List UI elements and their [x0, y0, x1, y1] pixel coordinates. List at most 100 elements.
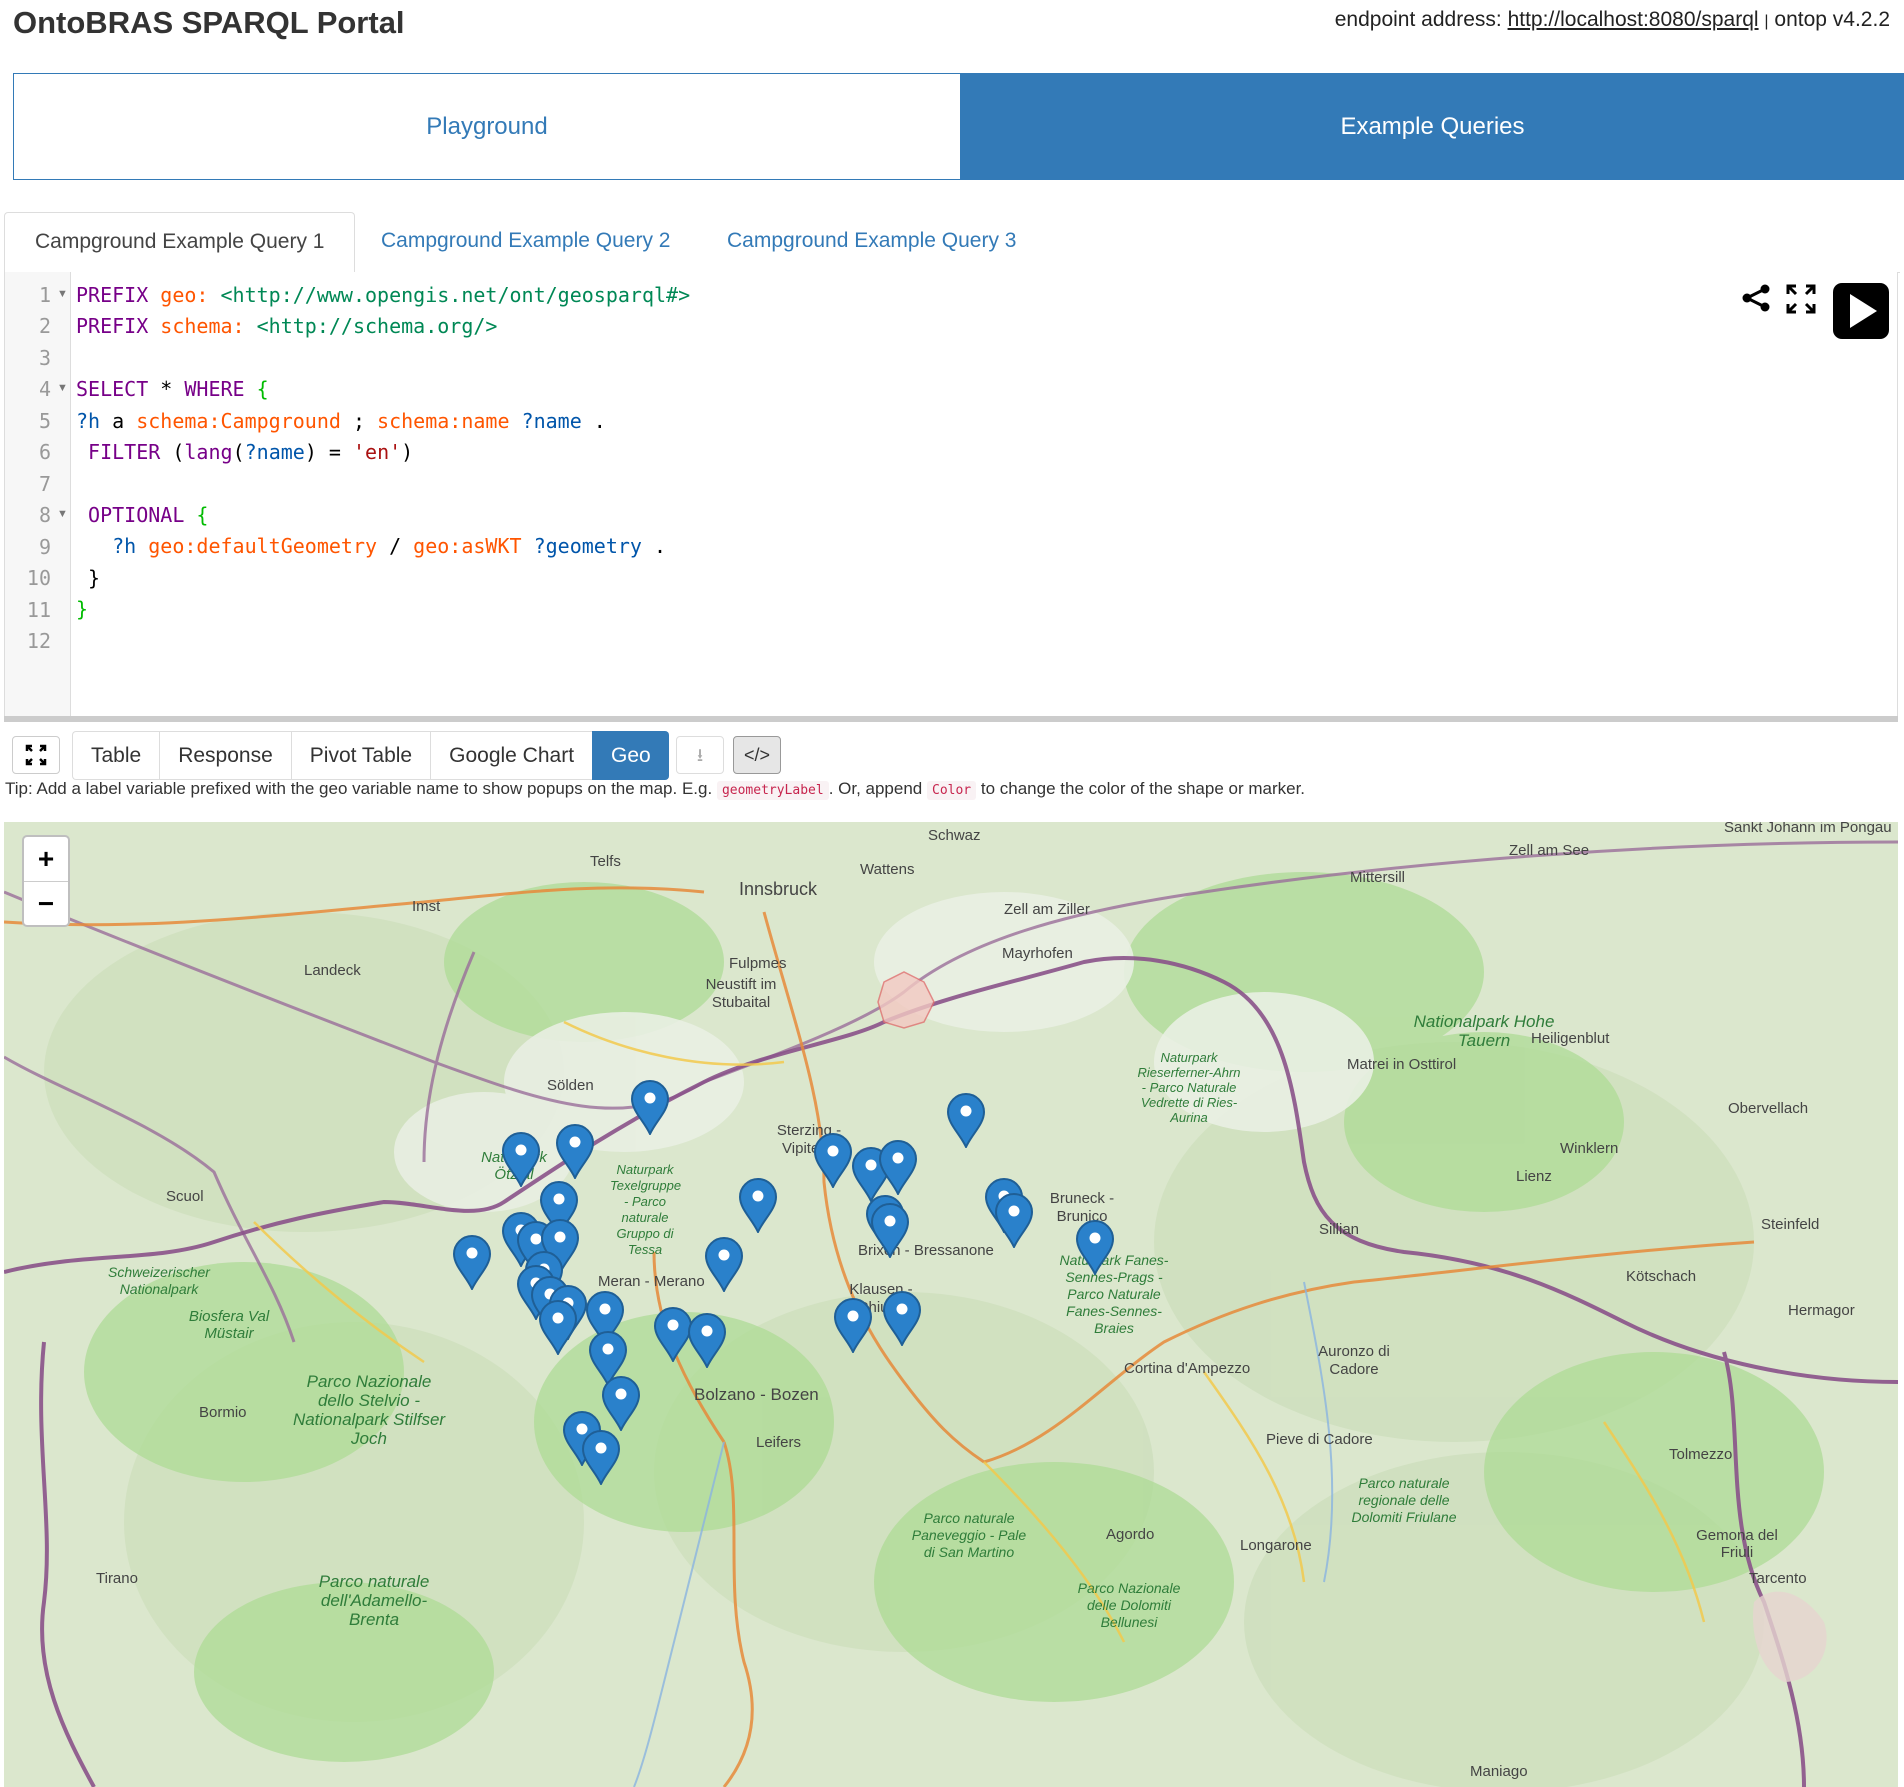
campground-marker[interactable]: [601, 1375, 641, 1431]
map-label: Imst: [412, 898, 441, 915]
tab-campground-query-1[interactable]: Campground Example Query 1: [4, 212, 356, 273]
endpoint-label: endpoint address:: [1334, 8, 1502, 31]
map-label: Hermagor: [1788, 1302, 1855, 1319]
geo-map[interactable]: Schwaz Telfs Wattens Innsbruck Imst Zell…: [4, 822, 1898, 1787]
tip-text: to change the color of the shape or mark…: [980, 779, 1306, 798]
map-label: Innsbruck: [739, 879, 818, 899]
map-label: Sankt Johann im Pongau: [1724, 822, 1892, 836]
share-icon[interactable]: [1741, 283, 1771, 313]
map-park-label: Parco naturale Paneveggio - Pale di San …: [911, 1510, 1027, 1560]
map-label: Pieve di Cadore: [1266, 1431, 1373, 1448]
campground-marker[interactable]: [946, 1092, 986, 1148]
query-tabs: Campground Example Query 1 Campground Ex…: [4, 212, 1900, 273]
map-label: Auronzo di Cadore: [1318, 1343, 1390, 1378]
zoom-in-button[interactable]: +: [24, 837, 68, 882]
map-label: Sillian: [1319, 1221, 1360, 1238]
tab-playground[interactable]: Playground: [13, 73, 961, 180]
map-label: Mittersill: [1350, 869, 1405, 886]
campground-marker[interactable]: [878, 1139, 918, 1195]
tab-pivot-table[interactable]: Pivot Table: [290, 731, 431, 780]
campground-marker[interactable]: [870, 1202, 910, 1258]
campground-marker[interactable]: [452, 1234, 492, 1290]
line-number: 8: [38, 503, 51, 527]
line-number: 11: [26, 598, 51, 622]
map-park-label: Parco Nazionale delle Dolomiti Bellunesi: [1077, 1580, 1181, 1630]
map-park-label: Naturpark Texelgruppe - Parco naturale G…: [610, 1162, 682, 1257]
code-line[interactable]: ?h a schema:Campground ; schema:name ?na…: [76, 409, 606, 433]
tab-example-queries[interactable]: Example Queries: [961, 73, 1904, 180]
results-fullscreen-button[interactable]: [12, 736, 60, 774]
campground-marker[interactable]: [833, 1297, 873, 1353]
tab-response[interactable]: Response: [159, 731, 291, 780]
line-number: 1: [38, 283, 51, 307]
fold-arrow-icon[interactable]: ▼: [57, 288, 68, 300]
page-title: OntoBRAS SPARQL Portal: [13, 5, 405, 40]
campground-marker[interactable]: [813, 1132, 853, 1188]
tab-campground-query-3[interactable]: Campground Example Query 3: [697, 212, 1046, 272]
tab-geo[interactable]: Geo: [592, 731, 669, 780]
map-label: Tolmezzo: [1669, 1446, 1733, 1463]
tab-table[interactable]: Table: [72, 731, 160, 780]
map-label: Mayrhofen: [1002, 945, 1073, 962]
code-line[interactable]: PREFIX schema: <http://schema.org/>: [76, 314, 497, 338]
code-line[interactable]: }: [76, 597, 88, 621]
code-line[interactable]: ?h geo:defaultGeometry / geo:asWKT ?geom…: [76, 534, 666, 558]
query-editor[interactable]: 1 2 3 4 5 6 7 8 9 10 11 12 ▼ ▼ ▼ PREFIX …: [4, 272, 1898, 718]
campground-marker[interactable]: [882, 1290, 922, 1346]
code-line[interactable]: FILTER (lang(?name) = 'en'): [76, 440, 413, 464]
tab-campground-query-2[interactable]: Campground Example Query 2: [351, 212, 700, 272]
map-label: Zell am See: [1509, 842, 1590, 859]
campground-marker[interactable]: [994, 1192, 1034, 1248]
code-line[interactable]: }: [76, 566, 100, 590]
campground-marker[interactable]: [501, 1131, 541, 1187]
campground-marker[interactable]: [630, 1079, 670, 1135]
endpoint-link[interactable]: http://localhost:8080/sparql: [1508, 8, 1759, 31]
map-terrain: [4, 822, 1898, 1787]
map-park-label: Parco naturale regionale delle Dolomiti …: [1351, 1475, 1457, 1525]
campground-marker[interactable]: [1075, 1219, 1115, 1275]
tip-text: Tip: Add a label variable prefixed with …: [5, 779, 713, 798]
fold-arrow-icon[interactable]: ▼: [57, 382, 68, 394]
code-line[interactable]: PREFIX geo: <http://www.opengis.net/ont/…: [76, 283, 690, 307]
top-bar: OntoBRAS SPARQL Portal endpoint address:…: [0, 0, 1904, 48]
campground-marker[interactable]: [687, 1312, 727, 1368]
campground-marker[interactable]: [738, 1177, 778, 1233]
campground-marker[interactable]: [555, 1123, 595, 1179]
campground-marker[interactable]: [538, 1299, 578, 1355]
version-label: ontop v4.2.2: [1774, 8, 1890, 31]
line-number: 7: [38, 472, 51, 496]
embed-code-button[interactable]: </>: [733, 736, 781, 774]
zoom-out-button[interactable]: −: [24, 882, 68, 926]
line-gutter: 1 2 3 4 5 6 7 8 9 10 11 12 ▼ ▼ ▼: [5, 272, 71, 717]
map-label: Zell am Ziller: [1004, 901, 1090, 918]
map-label: Longarone: [1240, 1537, 1312, 1554]
map-label: Telfs: [590, 853, 621, 870]
editor-resize-bar[interactable]: [4, 716, 1898, 722]
map-park-label: Parco naturale dell'Adamello-Brenta: [318, 1572, 430, 1629]
map-park-label: Parco Nazionale dello Stelvio - National…: [292, 1372, 446, 1448]
play-icon: [1850, 294, 1877, 328]
map-label: Wattens: [860, 861, 915, 878]
campground-marker[interactable]: [581, 1429, 621, 1485]
code-line[interactable]: OPTIONAL {: [76, 503, 208, 527]
map-label: Bormio: [199, 1404, 247, 1421]
fullscreen-icon[interactable]: [1785, 283, 1817, 315]
map-label: Fulpmes: [729, 955, 787, 972]
download-button[interactable]: ⭳: [676, 736, 724, 774]
map-label: Lienz: [1516, 1168, 1552, 1185]
map-label: Bolzano - Bozen: [694, 1385, 819, 1404]
map-park-label: Schweizerischer Nationalpark: [108, 1264, 210, 1297]
map-label: Meran - Merano: [598, 1273, 705, 1290]
tab-google-chart[interactable]: Google Chart: [430, 731, 593, 780]
run-query-button[interactable]: [1833, 283, 1889, 339]
map-label: Scuol: [166, 1188, 204, 1205]
fold-arrow-icon[interactable]: ▼: [57, 508, 68, 520]
map-label: Leifers: [756, 1434, 802, 1451]
map-label: Neustift im Stubaital: [705, 976, 777, 1011]
line-number: 5: [38, 409, 51, 433]
code-line[interactable]: SELECT * WHERE {: [76, 377, 269, 401]
map-label: Winklern: [1560, 1140, 1619, 1157]
map-label: Agordo: [1106, 1526, 1155, 1543]
line-number: 4: [38, 377, 51, 401]
campground-marker[interactable]: [704, 1236, 744, 1292]
